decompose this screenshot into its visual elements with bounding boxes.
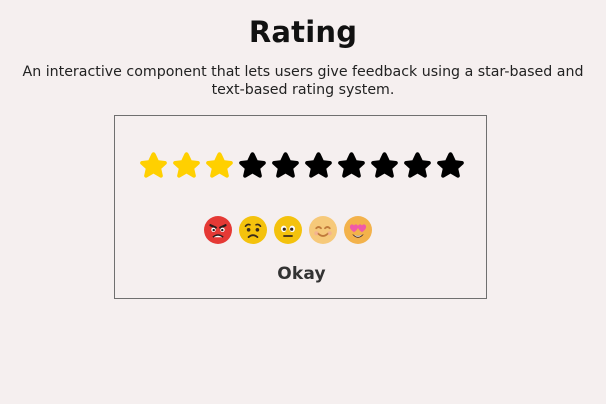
page-title: Rating bbox=[248, 15, 358, 49]
star-icon[interactable] bbox=[203, 150, 236, 186]
star-icon[interactable] bbox=[170, 150, 203, 186]
star-icon[interactable] bbox=[302, 150, 335, 186]
page: Rating An interactive component that let… bbox=[0, 0, 606, 404]
star-icon[interactable] bbox=[401, 150, 434, 186]
star-icon[interactable] bbox=[368, 150, 401, 186]
rating-card: Okay bbox=[114, 115, 487, 299]
page-subtitle: An interactive component that lets users… bbox=[0, 63, 606, 99]
emoji-rating bbox=[203, 215, 403, 249]
smiling-face-icon[interactable] bbox=[308, 215, 338, 245]
neutral-face-icon[interactable] bbox=[273, 215, 303, 245]
rating-label: Okay bbox=[277, 264, 326, 284]
angry-face-icon[interactable] bbox=[203, 215, 233, 245]
star-icon[interactable] bbox=[269, 150, 302, 186]
heart-eyes-face-icon[interactable] bbox=[343, 215, 373, 245]
star-icon[interactable] bbox=[137, 150, 170, 186]
star-icon[interactable] bbox=[236, 150, 269, 186]
star-rating bbox=[137, 150, 467, 186]
star-icon[interactable] bbox=[335, 150, 368, 186]
star-icon[interactable] bbox=[434, 150, 467, 186]
subtitle-line-1: An interactive component that lets users… bbox=[22, 64, 584, 80]
sad-face-icon[interactable] bbox=[238, 215, 268, 245]
subtitle-line-2: text-based rating system. bbox=[211, 82, 395, 98]
